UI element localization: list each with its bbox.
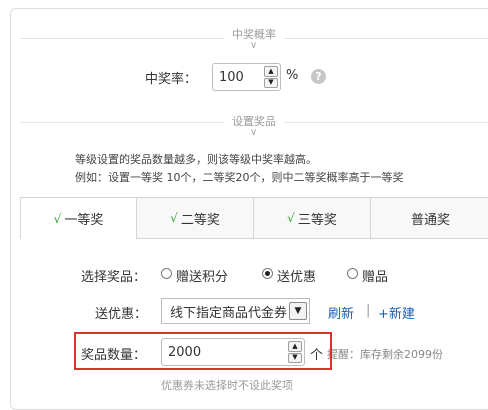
tip-line-2: 例如：设置一等奖 10个，二等奖20个，则中二等奖概率高于一等奖	[75, 171, 404, 184]
win-rate-label: 中奖率：	[145, 72, 198, 87]
prize-level-tabs: √ 一等奖 √ 二等奖 √ 三等奖 普通奖	[20, 197, 488, 239]
radio-points-label[interactable]: 赠送积分	[176, 266, 228, 285]
tab-normal-prize[interactable]: 普通奖	[371, 198, 488, 238]
link-separator: |	[366, 303, 371, 318]
tab-label: 普通奖	[410, 212, 450, 228]
tab-second-prize[interactable]: √ 二等奖	[137, 198, 254, 238]
radio-coupon[interactable]	[262, 268, 273, 279]
coupon-select[interactable]: 线下指定商品代金券 ▼	[161, 298, 310, 324]
percent-unit: %	[286, 68, 299, 83]
refresh-link[interactable]: 刷新	[328, 303, 354, 322]
coupon-select-value: 线下指定商品代金券	[170, 305, 288, 321]
highlight-box	[74, 332, 332, 370]
check-icon: √	[53, 211, 62, 226]
prize-type-label: 选择奖品：	[81, 270, 147, 285]
tab-first-prize[interactable]: √ 一等奖	[20, 198, 137, 239]
radio-gift[interactable]	[347, 268, 358, 279]
radio-coupon-label[interactable]: 送优惠	[277, 266, 316, 285]
win-rate-value: 100	[219, 69, 244, 85]
win-rate-stepper[interactable]: 100 ▲ ▼	[212, 63, 281, 91]
tab-label: 三等奖	[297, 212, 337, 228]
coupon-label: 送优惠：	[95, 307, 148, 322]
tab-label: 二等奖	[180, 212, 220, 228]
radio-points[interactable]	[161, 268, 172, 279]
decrement-button[interactable]: ▼	[264, 77, 278, 88]
chevron-down-icon[interactable]: ▼	[289, 302, 307, 320]
stock-hint: 提醒：库存剩余2099份	[327, 348, 443, 361]
tab-third-prize[interactable]: √ 三等奖	[254, 198, 371, 238]
increment-button[interactable]: ▲	[264, 66, 278, 77]
new-coupon-link[interactable]: +新建	[378, 303, 415, 322]
tip-line-1: 等级设置的奖品数量越多，则该等级中奖率越高。	[75, 153, 317, 166]
chevron-down-icon: ∨	[250, 127, 258, 138]
check-icon: √	[287, 211, 295, 225]
tab-label: 一等奖	[64, 213, 104, 228]
footer-note: 优惠券未选择时不设此奖项	[161, 379, 293, 392]
radio-gift-label[interactable]: 赠品	[362, 266, 388, 285]
check-icon: √	[170, 211, 178, 225]
chevron-down-icon: ∨	[250, 40, 258, 51]
help-icon[interactable]: ?	[311, 69, 326, 84]
